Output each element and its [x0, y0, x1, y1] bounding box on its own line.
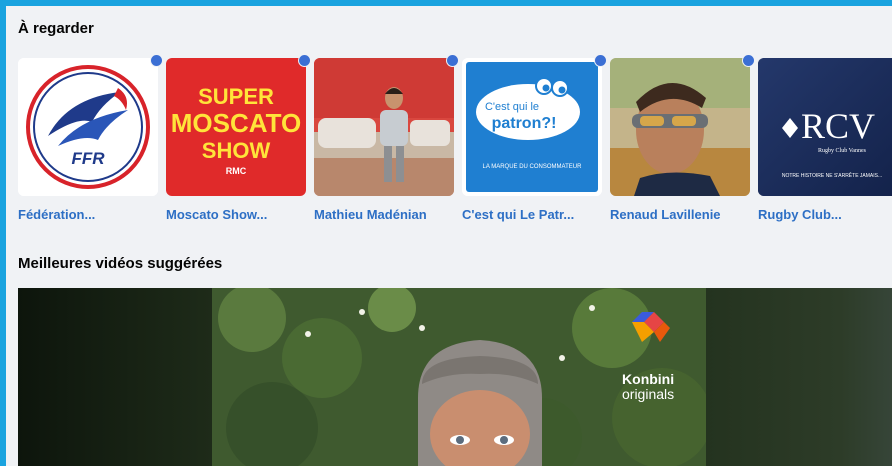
new-content-dot [742, 54, 755, 67]
konbini-brand-line1: Konbini [622, 371, 675, 387]
new-content-dot [298, 54, 311, 67]
page-thumbnail[interactable]: RCV Rugby Club Vannes NOTRE HISTOIRE NE … [758, 58, 892, 196]
ffr-logo-text: FFR [71, 149, 105, 168]
page-name[interactable]: Renaud Lavillenie [610, 207, 750, 222]
moscato-line1: SUPER [198, 84, 274, 109]
video-blur-left [18, 288, 212, 466]
moscato-sub: RMC [226, 166, 247, 176]
page-thumbnail[interactable]: FFR [18, 58, 158, 196]
suggested-videos-title: Meilleures vidéos suggérées [18, 255, 223, 272]
konbini-brand-line2: originals [622, 386, 675, 402]
patron-sub: LA MARQUE DU CONSOMMATEUR [483, 164, 583, 170]
video-blur-right [706, 288, 892, 466]
patron-line1: C'est qui le [485, 101, 539, 113]
page-name[interactable]: Moscato Show... [166, 207, 306, 222]
page-name[interactable]: Mathieu Madénian [314, 207, 454, 222]
madenian-photo [314, 58, 454, 196]
page-card-ffr[interactable]: FFR Fédération... [18, 54, 163, 228]
followed-pages-row: FFR Fédération... SUPER MOSCATO SHOW RMC… [18, 54, 892, 228]
moscato-line2: MOSCATO [171, 108, 301, 138]
ffr-logo: FFR [18, 58, 158, 196]
konbini-brand: Konbini originals [622, 372, 674, 402]
rcv-tagline: NOTRE HISTOIRE NE S'ARRÊTE JAMAIS... [782, 171, 882, 179]
moscato-line3: SHOW [202, 138, 271, 163]
page-thumbnail[interactable] [610, 58, 750, 196]
watch-section-title: À regarder [18, 20, 94, 37]
page-thumbnail[interactable] [314, 58, 454, 196]
suggested-video-player[interactable]: Konbini originals [18, 288, 892, 466]
lavillenie-photo [610, 58, 750, 196]
page-card-moscato[interactable]: SUPER MOSCATO SHOW RMC Moscato Show... [166, 54, 311, 228]
page-card-rcv[interactable]: RCV Rugby Club Vannes NOTRE HISTOIRE NE … [758, 58, 892, 228]
rcv-logo-text: RCV [801, 106, 875, 146]
page-thumbnail[interactable]: SUPER MOSCATO SHOW RMC [166, 58, 306, 196]
cestquilepatron-logo: C'est qui le patron?! LA MARQUE DU CONSO… [462, 58, 602, 196]
new-content-dot [150, 54, 163, 67]
moscato-logo: SUPER MOSCATO SHOW RMC [166, 58, 306, 196]
new-content-dot [594, 54, 607, 67]
rcv-logo: RCV Rugby Club Vannes NOTRE HISTOIRE NE … [758, 58, 892, 196]
page-card-cestquilepatron[interactable]: C'est qui le patron?! LA MARQUE DU CONSO… [462, 54, 607, 228]
page-name[interactable]: Fédération... [18, 207, 158, 222]
page-name[interactable]: C'est qui Le Patr... [462, 207, 602, 222]
watch-panel: À regarder FFR Fédération... SUPER MOSCA… [6, 6, 892, 466]
rcv-sub: Rugby Club Vannes [818, 148, 867, 154]
new-content-dot [446, 54, 459, 67]
page-card-lavillenie[interactable]: Renaud Lavillenie [610, 54, 755, 228]
page-name[interactable]: Rugby Club... [758, 207, 892, 222]
page-thumbnail[interactable]: C'est qui le patron?! LA MARQUE DU CONSO… [462, 58, 602, 196]
page-card-madenian[interactable]: Mathieu Madénian [314, 54, 459, 228]
patron-line2: patron?! [492, 115, 557, 132]
